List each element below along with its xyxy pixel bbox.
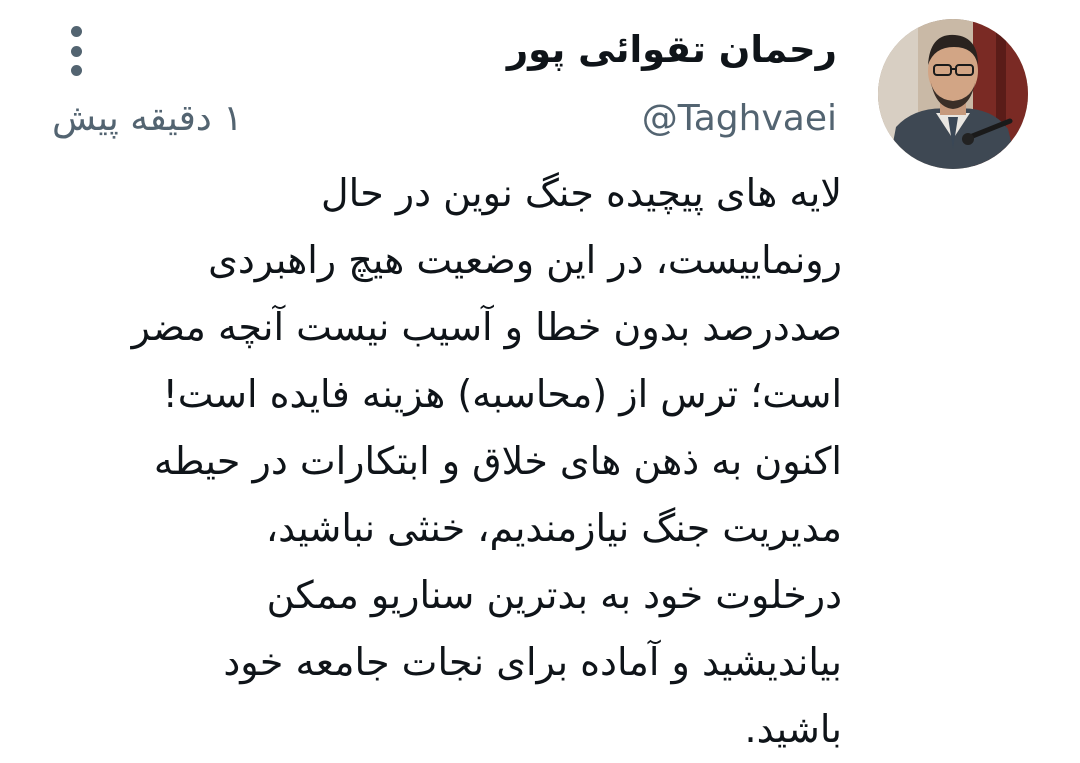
tweet-timestamp[interactable]: ۱ دقیقه پیش	[52, 98, 243, 139]
tweet-body-line: مدیریت جنگ نیازمندیم، خنثی نباشید،	[265, 506, 842, 550]
tweet-body-line: بیاندیشید و آماده برای نجات جامعه خود	[223, 640, 842, 684]
tweet-body-line: اکنون به ذهن های خلاق و ابتکارات در حیطه	[153, 439, 842, 483]
tweet-body-line: درخلوت خود به بدترین سناریو ممکن	[266, 573, 842, 617]
tweet-body-line: صددرصد بدون خطا و آسیب نیست آنچه مضر	[131, 305, 842, 349]
author-display-name[interactable]: رحمان تقوائی پور	[507, 28, 837, 71]
more-dot-middle	[70, 45, 82, 57]
more-dot-top	[70, 26, 82, 37]
tweet-body-line: است؛ ترس از (محاسبه) هزینه فایده است!	[162, 372, 842, 416]
tweet-body-line: لایه های پیچیده جنگ نوین در حال	[321, 171, 842, 215]
more-dot-bottom	[70, 65, 82, 76]
tweet-body: لایه های پیچیده جنگ نوین در حال رونماییس…	[52, 160, 842, 763]
more-vertical-icon[interactable]	[58, 26, 94, 76]
tweet-body-line: باشید.	[744, 707, 843, 751]
tweet-card[interactable]: رحمان تقوائی پور @Taghvaei ۱ دقیقه پیش ل…	[0, 0, 1080, 751]
tweet-body-line: رونماییست، در این وضعیت هیچ راهبردی	[208, 238, 842, 282]
author-handle[interactable]: @Taghvaei	[642, 98, 837, 139]
avatar[interactable]	[878, 19, 1028, 169]
avatar-photo	[878, 19, 1028, 169]
